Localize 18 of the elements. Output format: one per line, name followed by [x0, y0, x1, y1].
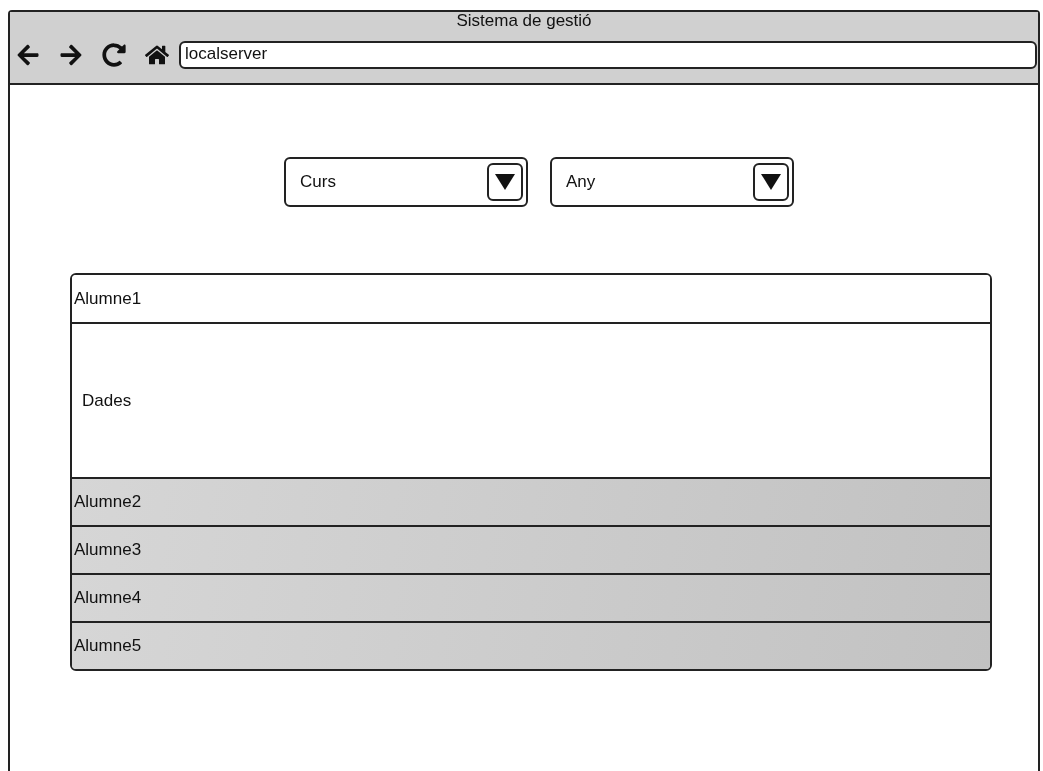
address-field[interactable]: localserver — [179, 41, 1037, 69]
reload-button[interactable] — [102, 43, 126, 67]
caret-down-icon — [759, 172, 783, 192]
accordion-header[interactable]: Alumne4 — [72, 573, 990, 621]
accordion-header[interactable]: Alumne3 — [72, 525, 990, 573]
dropdown-value: Curs — [300, 172, 336, 192]
dropdown-caret-button[interactable] — [487, 163, 523, 201]
accordion-header[interactable]: Alumne5 — [72, 621, 990, 669]
dropdown[interactable]: Any — [550, 157, 794, 207]
dropdown-caret-button[interactable] — [753, 163, 789, 201]
caret-down-icon — [493, 172, 517, 192]
forward-button[interactable] — [59, 43, 83, 67]
dropdown-value: Any — [566, 172, 596, 192]
back-button[interactable] — [16, 43, 40, 67]
dropdown[interactable]: Curs — [284, 157, 528, 207]
home-button[interactable] — [145, 43, 169, 67]
window-title: Sistema de gestió — [455, 11, 593, 31]
accordion-header[interactable]: Alumne2 — [72, 477, 990, 525]
